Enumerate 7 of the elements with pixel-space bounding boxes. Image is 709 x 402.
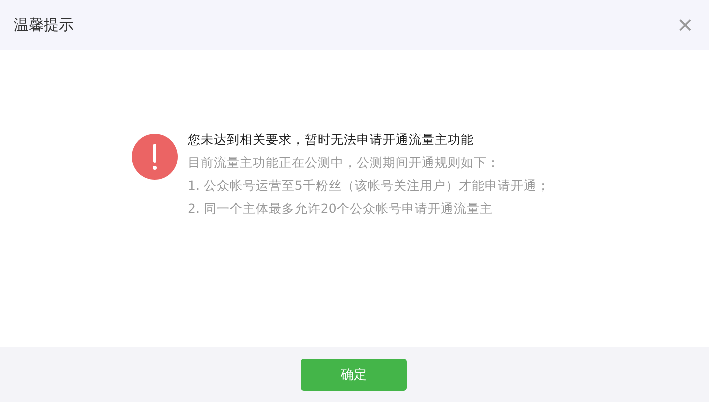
message-line: 1. 公众帐号运营至5千粉丝（该帐号关注用户）才能申请开通； xyxy=(188,177,550,195)
message-headline: 您未达到相关要求，暂时无法申请开通流量主功能 xyxy=(188,131,475,149)
confirm-button[interactable]: 确定 xyxy=(301,358,407,390)
message-line: 目前流量主功能正在公测中，公测期间开通规则如下： xyxy=(188,154,501,172)
message-line: 2. 同一个主体最多允许20个公众帐号申请开通流量主 xyxy=(188,200,494,218)
dialog-title: 温馨提示 xyxy=(14,16,74,34)
exclamation-icon xyxy=(132,134,178,180)
